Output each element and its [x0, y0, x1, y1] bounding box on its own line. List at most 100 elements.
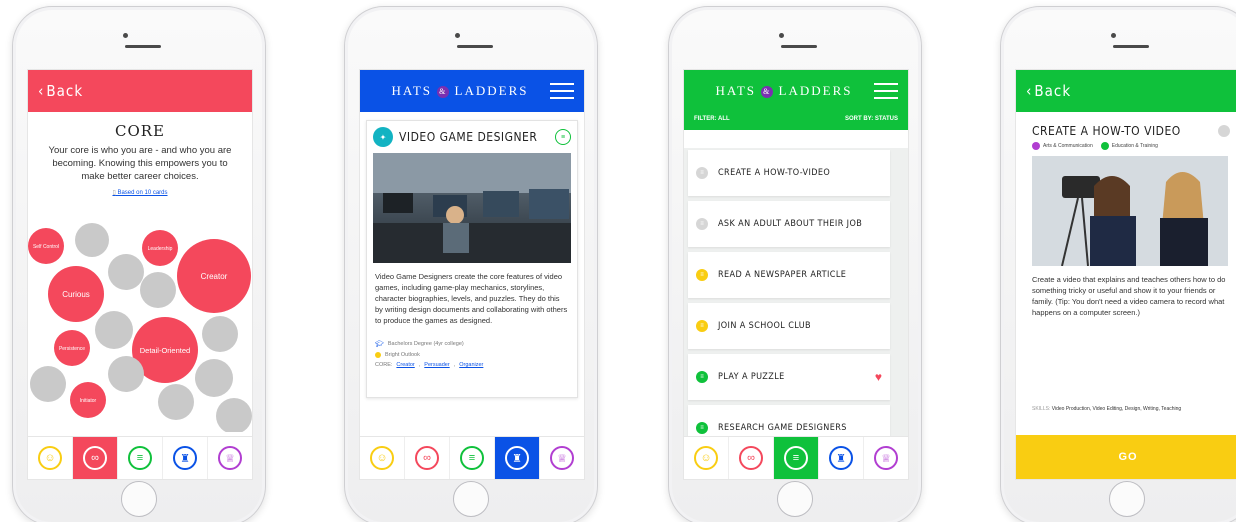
bubble-label-self-control: Self Control [33, 244, 59, 250]
list-item[interactable]: ≡ READ A NEWSPAPER ARTICLE [688, 252, 890, 298]
chevron-left-icon: ‹ [1026, 82, 1033, 100]
tab-achievements[interactable]: ♕ [540, 437, 584, 479]
bubble-label-detail-oriented: Detail-Oriented [140, 346, 190, 355]
home-button[interactable] [453, 481, 489, 517]
header-bar: HATS & LADDERS [684, 70, 908, 112]
tab-core[interactable]: ∞ [729, 437, 774, 479]
list-item[interactable]: ≡ CREATE A HOW-TO-VIDEO [688, 150, 890, 196]
tab-activities[interactable]: ≡ [450, 437, 495, 479]
bubble-grey [202, 316, 238, 352]
skills-row: SKILLS: Video Production, Video Editing,… [1032, 406, 1182, 412]
tab-bar: ☺ ∞ ≡ ♜ ♕ [684, 436, 908, 479]
palette-icon [1032, 142, 1040, 150]
activity-status-icon [1218, 125, 1230, 137]
bubble-grey [158, 384, 194, 420]
card-header: ✦ VIDEO GAME DESIGNER ≡ [367, 121, 577, 153]
hat-icon: ♜ [505, 446, 529, 470]
home-button[interactable] [1109, 481, 1145, 517]
tab-core[interactable]: ∞ [405, 437, 450, 479]
status-icon: ≡ [696, 167, 708, 179]
activity-tags: Arts & Communication Education & Trainin… [1016, 142, 1236, 150]
phone-career: HATS & LADDERS ✦ VIDEO GAME DESIGNER ≡ V… [344, 6, 598, 522]
bubble-grey [75, 223, 109, 257]
cards-icon: ▯ [112, 190, 116, 196]
go-button[interactable]: GO [1016, 435, 1236, 479]
list-icon: ≡ [128, 446, 152, 470]
heart-icon[interactable]: ♥ [875, 370, 882, 384]
based-on-link[interactable]: ▯ Based on 10 cards [28, 189, 252, 196]
education-row: 🎓︎ Bachelors Degree (4yr college) [375, 341, 464, 348]
activity-description: Create a video that explains and teaches… [1032, 275, 1226, 317]
header-bar: HATS & LADDERS [360, 70, 584, 112]
speaker-slot [781, 45, 817, 48]
core-bubble-chart: Self Control Leadership Creator Curious … [28, 220, 252, 434]
core-link-creator[interactable]: Creator [396, 362, 414, 368]
career-card[interactable]: ✦ VIDEO GAME DESIGNER ≡ Video Game Desig… [366, 120, 578, 398]
logo-amp-badge: & [761, 86, 774, 99]
status-icon: ≡ [696, 269, 708, 281]
back-button[interactable]: ‹ Back [38, 82, 83, 100]
camera-dot [779, 33, 784, 38]
tab-careers[interactable]: ♜ [495, 437, 540, 479]
bubble-grey [108, 356, 144, 392]
tab-achievements[interactable]: ♕ [864, 437, 908, 479]
bubble-grey [195, 359, 233, 397]
activity-badge-icon[interactable]: ≡ [555, 129, 571, 145]
filter-button[interactable]: FILTER: ALL [694, 116, 730, 122]
core-link-organizer[interactable]: Organizer [459, 362, 483, 368]
screen-career: HATS & LADDERS ✦ VIDEO GAME DESIGNER ≡ V… [359, 69, 585, 480]
bubble-label-persistence: Persistence [59, 346, 85, 352]
list-item[interactable]: ≡ JOIN A SCHOOL CLUB [688, 303, 890, 349]
activity-photo [1032, 156, 1228, 266]
tab-bar: ☺ ∞ ≡ ♜ ♕ [28, 436, 252, 479]
person-icon: ☺ [694, 446, 718, 470]
app-logo: HATS & LADDERS [715, 83, 853, 99]
speaker-slot [457, 45, 493, 48]
career-title: VIDEO GAME DESIGNER [399, 130, 538, 144]
tag-arts: Arts & Communication [1032, 142, 1093, 150]
outlook-row: Bright Outlook [367, 350, 577, 360]
career-photo [373, 153, 571, 263]
home-button[interactable] [777, 481, 813, 517]
bubble-label-curious: Curious [62, 290, 90, 299]
screen-core: ‹ Back CORE Your core is who you are - a… [27, 69, 253, 480]
tab-activities[interactable]: ≡ [118, 437, 163, 479]
list-item[interactable]: ≡ ASK AN ADULT ABOUT THEIR JOB [688, 201, 890, 247]
core-circles-icon: ∞ [83, 446, 107, 470]
home-button[interactable] [121, 481, 157, 517]
tab-profile[interactable]: ☺ [28, 437, 73, 479]
career-description: Video Game Designers create the core fea… [375, 272, 568, 325]
speaker-slot [1113, 45, 1149, 48]
list-item[interactable]: ≡ PLAY A PUZZLE ♥ [688, 354, 890, 400]
graduation-cap-icon: 🎓︎ [375, 341, 384, 348]
tab-achievements[interactable]: ♕ [208, 437, 252, 479]
bubble-grey [216, 398, 252, 434]
back-button[interactable]: ‹ Back [1026, 82, 1071, 100]
tab-profile[interactable]: ☺ [360, 437, 405, 479]
sort-button[interactable]: SORT BY: STATUS [845, 116, 898, 122]
activity-title-row: CREATE A HOW-TO VIDEO [1016, 112, 1236, 142]
phone-core: ‹ Back CORE Your core is who you are - a… [12, 6, 266, 522]
hamburger-menu-icon[interactable] [874, 83, 898, 99]
status-icon: ≡ [696, 320, 708, 332]
status-icon: ≡ [696, 218, 708, 230]
sun-icon [375, 352, 381, 358]
page-title: CORE [114, 122, 166, 140]
app-logo: HATS & LADDERS [391, 83, 529, 99]
tab-profile[interactable]: ☺ [684, 437, 729, 479]
camera-dot [1111, 33, 1116, 38]
bubble-grey [108, 254, 144, 290]
activity-title: CREATE A HOW-TO VIDEO [1032, 124, 1181, 138]
tab-core[interactable]: ∞ [73, 437, 118, 479]
screen-activities: HATS & LADDERS FILTER: ALL SORT BY: STAT… [683, 69, 909, 480]
tab-careers[interactable]: ♜ [819, 437, 864, 479]
tab-careers[interactable]: ♜ [163, 437, 208, 479]
tab-activities[interactable]: ≡ [774, 437, 819, 479]
core-link-persuader[interactable]: Persuader [424, 362, 449, 368]
person-icon: ☺ [370, 446, 394, 470]
trophy-icon: ♕ [550, 446, 574, 470]
list-item[interactable]: ≡ RESEARCH GAME DESIGNERS [688, 405, 890, 436]
list-icon: ≡ [460, 446, 484, 470]
hamburger-menu-icon[interactable] [550, 83, 574, 99]
core-row: CORE: Creator, Persuader, Organizer [375, 362, 484, 368]
